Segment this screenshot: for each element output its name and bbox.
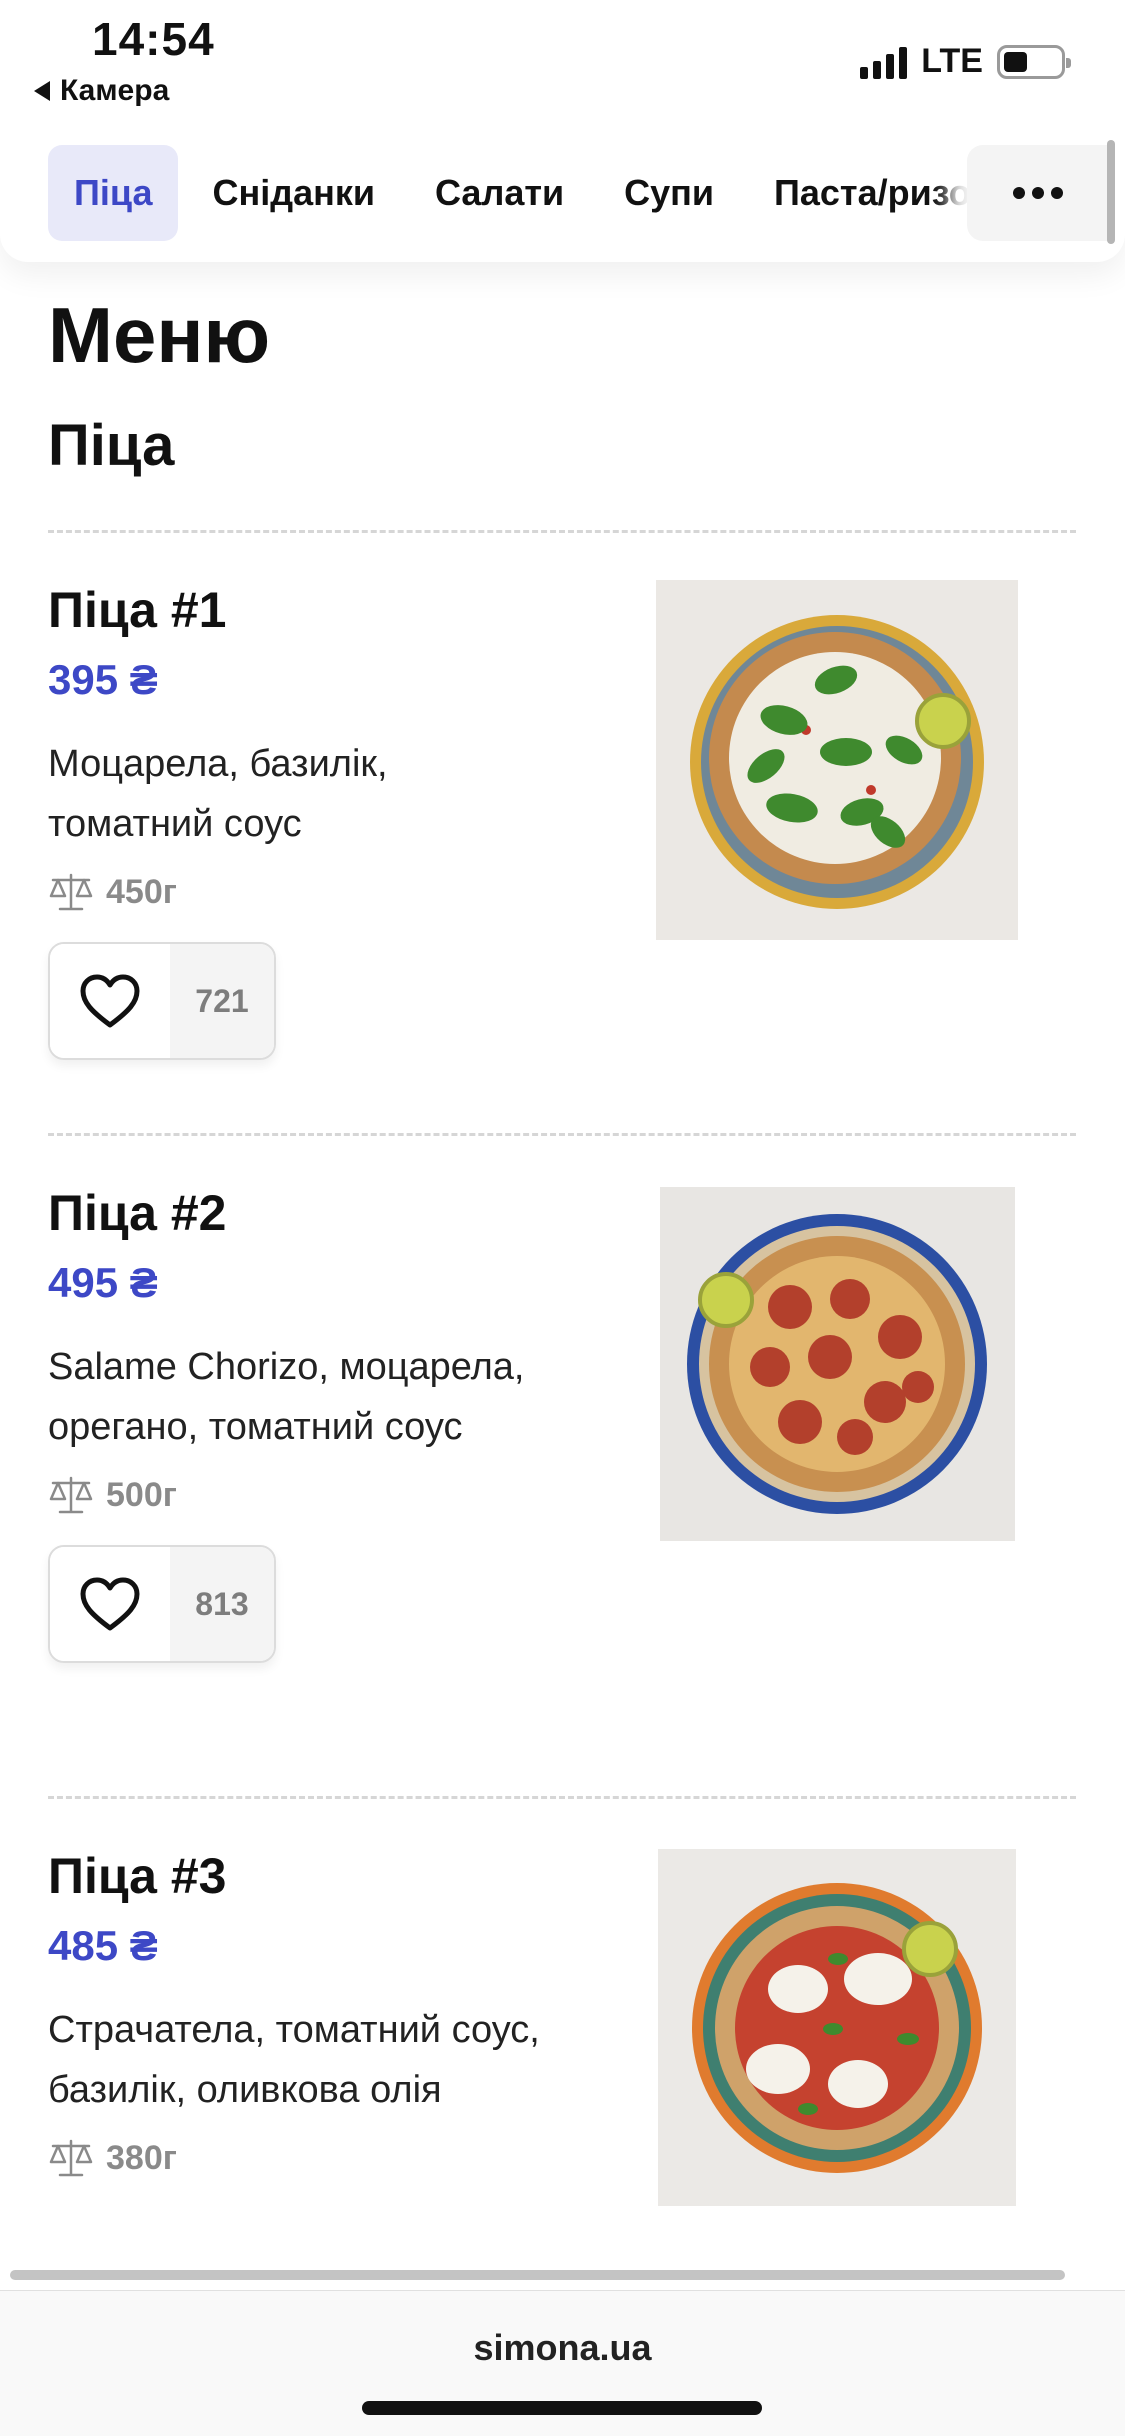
horizontal-scrollbar[interactable] [10, 2270, 1065, 2280]
status-indicators: LTE [860, 42, 1071, 81]
like-button[interactable]: 813 [48, 1545, 276, 1663]
network-type: LTE [921, 42, 983, 80]
scale-icon [49, 873, 93, 911]
like-count: 721 [170, 944, 274, 1058]
heart-icon[interactable] [50, 944, 170, 1058]
page-title: Меню [48, 291, 271, 379]
battery-icon [997, 44, 1071, 79]
scale-icon [49, 1476, 93, 1514]
vertical-scrollbar[interactable] [1107, 140, 1115, 244]
tab-breakfasts[interactable]: Сніданки [186, 145, 401, 241]
more-dot-icon [1013, 187, 1025, 199]
item-description: Страчатела, томатний соус, базилік, олив… [48, 2009, 540, 2111]
like-count: 813 [170, 1547, 274, 1661]
more-dot-icon [1051, 187, 1063, 199]
more-dot-icon [1032, 187, 1044, 199]
section-title: Піца [48, 413, 175, 478]
status-time: 14:54 [92, 13, 215, 65]
like-button[interactable]: 721 [48, 942, 276, 1060]
tab-pizza[interactable]: Піца [48, 145, 179, 241]
back-arrow-icon [34, 81, 50, 101]
signal-icon [860, 45, 908, 79]
pizza-photo[interactable] [656, 580, 1018, 940]
weight-value: 500г [106, 1475, 177, 1514]
status-bar: 14:54 Камера LTE [0, 0, 1125, 120]
divider [48, 530, 1076, 533]
back-to-app-button[interactable]: Камера [34, 74, 169, 108]
item-description: Моцарела, базилік, томатний соус [48, 743, 388, 845]
more-categories-button[interactable] [967, 145, 1109, 241]
site-domain[interactable]: simona.ua [0, 2327, 1125, 2369]
pizza-photo[interactable] [660, 1187, 1015, 1541]
category-tabs: Піца Сніданки Салати Супи Паста/ризотто [0, 120, 1125, 262]
divider [48, 1133, 1076, 1136]
tab-salads[interactable]: Салати [409, 145, 590, 241]
browser-bottom-bar: simona.ua [0, 2290, 1125, 2436]
divider [48, 1796, 1076, 1799]
back-label: Камера [60, 74, 170, 107]
tab-soups[interactable]: Супи [598, 145, 740, 241]
heart-icon[interactable] [50, 1547, 170, 1661]
weight-value: 450г [106, 872, 177, 911]
home-indicator[interactable] [362, 2401, 762, 2415]
scale-icon [49, 2139, 93, 2177]
item-description: Salame Chorizo, моцарела, орегано, томат… [48, 1346, 525, 1448]
weight-value: 380г [106, 2138, 177, 2177]
pizza-photo[interactable] [658, 1849, 1016, 2206]
